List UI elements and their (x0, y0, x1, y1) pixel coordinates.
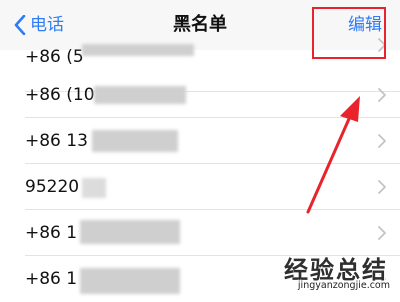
watermark-url: jingyanzongjie.com (297, 280, 390, 291)
redaction-mosaic (82, 178, 106, 198)
site-watermark: 经验总结 jingyanzongjie.com (256, 248, 396, 298)
redaction-mosaic (80, 220, 180, 244)
chevron-right-icon (378, 180, 386, 194)
list-item[interactable]: +86 (10 (0, 72, 400, 118)
redaction-mosaic (80, 268, 180, 294)
redaction-mosaic (92, 130, 178, 152)
redaction-mosaic (82, 44, 194, 56)
chevron-right-icon (378, 134, 386, 148)
blocked-number: +86 1 (25, 269, 78, 289)
list-item[interactable]: +86 13 (0, 118, 400, 164)
blocked-number: 95220 (25, 177, 80, 197)
blocked-number: +86 (10 (25, 85, 95, 105)
edit-highlight-box (312, 7, 386, 59)
redaction-mosaic (94, 86, 186, 104)
chevron-right-icon (378, 88, 386, 102)
blocked-number: +86 1 (25, 223, 78, 243)
blocked-number: +86 13 (25, 131, 88, 151)
chevron-right-icon (378, 226, 386, 240)
list-item[interactable]: 95220 (0, 164, 400, 210)
